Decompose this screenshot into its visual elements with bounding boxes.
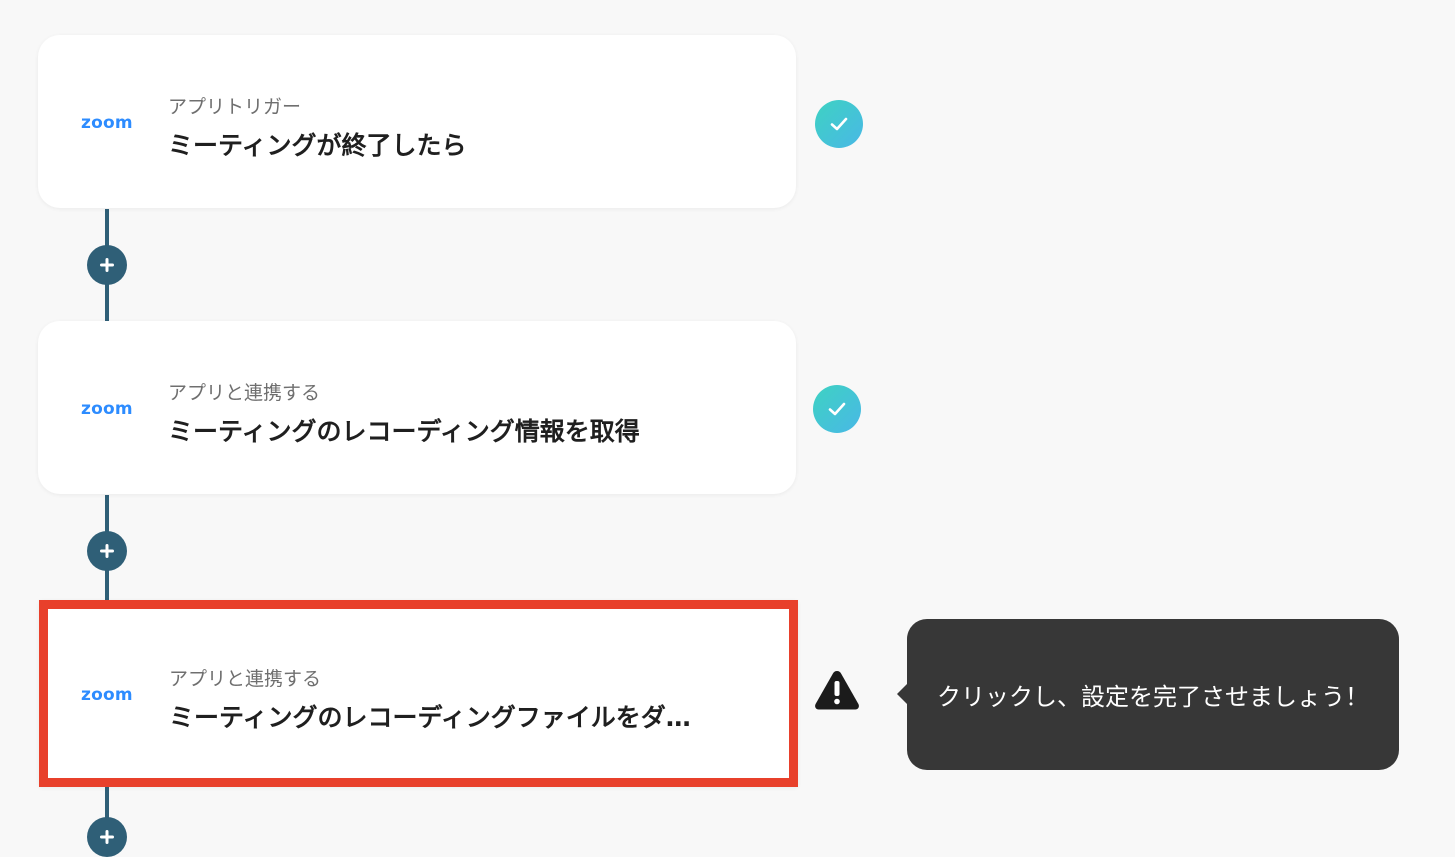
- step-title: ミーティングのレコーディングファイルをダ…: [169, 703, 691, 732]
- flow-step-card-get-recording-info[interactable]: zoom アプリと連携する ミーティングのレコーディング情報を取得: [38, 321, 796, 494]
- plus-icon: [100, 544, 114, 558]
- check-icon: [828, 402, 846, 416]
- add-step-button[interactable]: [87, 817, 127, 857]
- setup-hint-tooltip: クリックし、設定を完了させましょう！: [897, 619, 1399, 770]
- flow-step-card-download-recording[interactable]: zoom アプリと連携する ミーティングのレコーディングファイルをダ…: [39, 600, 798, 787]
- step-warning-badge: [813, 668, 861, 712]
- step-complete-badge: [813, 385, 861, 433]
- zoom-logo-icon: zoom: [81, 113, 133, 133]
- add-step-button[interactable]: [87, 245, 127, 285]
- step-type-label: アプリと連携する: [169, 668, 322, 690]
- tooltip-text: クリックし、設定を完了させましょう！: [937, 683, 1369, 711]
- zoom-logo-icon: zoom: [81, 399, 133, 419]
- add-step-button[interactable]: [87, 531, 127, 571]
- step-title: ミーティングが終了したら: [168, 131, 467, 160]
- zoom-logo-icon: zoom: [81, 685, 133, 705]
- plus-icon: [100, 258, 114, 272]
- warning-icon: [815, 671, 859, 710]
- step-title: ミーティングのレコーディング情報を取得: [168, 417, 640, 446]
- step-type-label: アプリと連携する: [168, 382, 321, 404]
- step-type-label: アプリトリガー: [168, 96, 302, 118]
- tooltip-arrow: [897, 683, 908, 705]
- plus-icon: [100, 830, 114, 844]
- flow-step-card-trigger[interactable]: zoom アプリトリガー ミーティングが終了したら: [38, 35, 796, 208]
- step-complete-badge: [815, 100, 863, 148]
- check-icon: [830, 117, 848, 131]
